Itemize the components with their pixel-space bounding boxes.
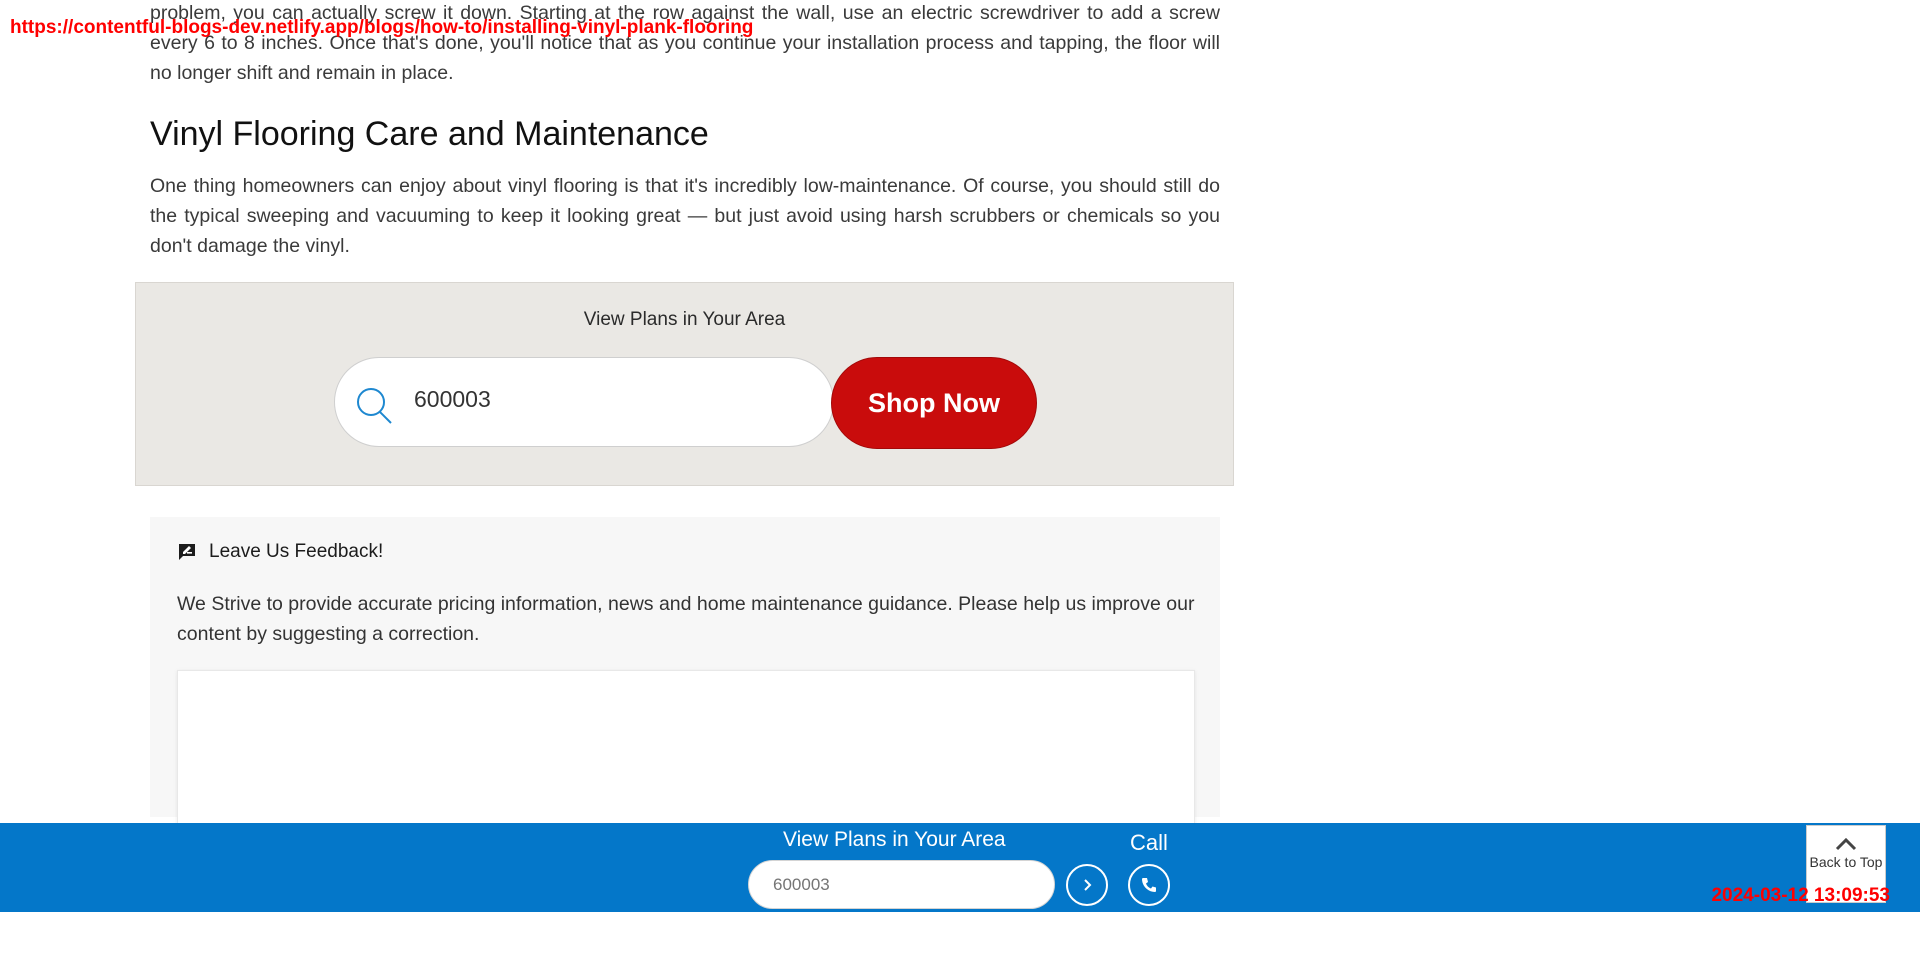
zip-submit-button[interactable]	[1066, 864, 1108, 906]
search-icon	[357, 388, 392, 424]
section-heading: Vinyl Flooring Care and Maintenance	[150, 115, 709, 153]
phone-icon	[1142, 878, 1156, 892]
call-label: Call	[1130, 830, 1168, 855]
zip-search-field[interactable]: 600003	[334, 357, 834, 447]
chevron-up-icon	[1835, 837, 1857, 851]
feedback-icon	[179, 544, 195, 560]
view-plans-widget: View Plans in Your Area 600003 Shop Now	[135, 282, 1234, 486]
call-button[interactable]	[1128, 864, 1170, 906]
article-care-paragraph: One thing homeowners can enjoy about vin…	[150, 175, 1220, 257]
timestamp-overlay: 2024-03-12 13:09:53	[1711, 885, 1890, 906]
feedback-header: Leave Us Feedback!	[177, 541, 383, 563]
back-to-top-label: Back to Top	[1809, 854, 1883, 870]
feedback-textarea[interactable]	[177, 670, 1195, 832]
feedback-section: Leave Us Feedback! We Strive to provide …	[150, 517, 1220, 832]
chevron-right-icon	[1084, 879, 1092, 891]
url-overlay: https://contentful-blogs-dev.netlify.app…	[10, 17, 754, 38]
feedback-title: Leave Us Feedback!	[209, 541, 384, 562]
shop-now-button[interactable]: Shop Now	[831, 357, 1037, 449]
bottom-zip-input[interactable]	[748, 860, 1055, 909]
plans-widget-title: View Plans in Your Area	[583, 309, 786, 330]
zip-input-value[interactable]: 600003	[414, 386, 491, 413]
feedback-description: We Strive to provide accurate pricing in…	[177, 593, 1195, 645]
article-intro-paragraph: problem, you can actually screw it down.…	[150, 2, 1220, 84]
bottom-bar-title: View Plans in Your Area	[783, 828, 1006, 851]
sticky-bottom-bar: View Plans in Your Area Call	[0, 823, 1920, 912]
